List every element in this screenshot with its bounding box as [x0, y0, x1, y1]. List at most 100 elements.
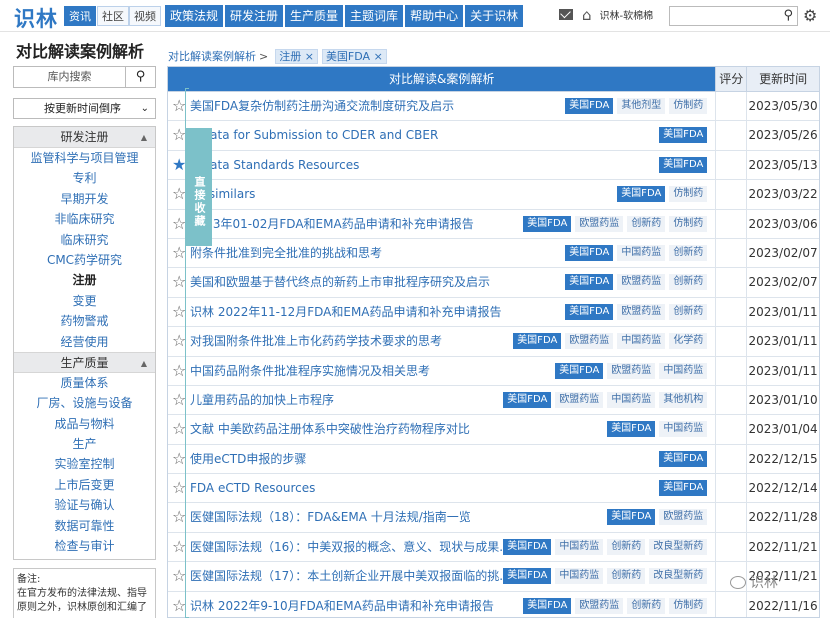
home-icon[interactable]: ⌂ — [582, 7, 592, 22]
category-tag[interactable]: 美国FDA — [659, 450, 708, 467]
subtab-video[interactable]: 视频 — [129, 6, 161, 26]
category-tag[interactable]: 创新药 — [627, 597, 666, 614]
category-tag[interactable]: 创新药 — [669, 274, 708, 291]
category-tag[interactable]: 创新药 — [607, 568, 646, 585]
category-tag[interactable]: 欧盟药监 — [555, 391, 604, 408]
filter-tag-fda[interactable]: 美国FDA × — [321, 48, 387, 64]
menu-item[interactable]: 非临床研究 — [14, 209, 155, 229]
article-title-link[interactable]: 2023年01-02月FDA和EMA药品申请和补充申请报告 — [190, 210, 474, 239]
search-icon[interactable]: ⚲ — [125, 67, 155, 87]
category-tag[interactable]: 美国FDA — [607, 421, 656, 438]
gear-icon[interactable]: ⚙ — [803, 6, 817, 25]
menu-item[interactable]: 上市后变更 — [14, 475, 155, 495]
subtab-community[interactable]: 社区 — [97, 6, 129, 26]
menu-item[interactable]: 实验室控制 — [14, 454, 155, 474]
menu-item[interactable]: 生产 — [14, 434, 155, 454]
menu-item[interactable]: 质量体系 — [14, 373, 155, 393]
article-title-link[interactable]: 美国和欧盟基于替代终点的新药上市审批程序研究及启示 — [190, 268, 490, 297]
category-tag[interactable]: 化学药 — [669, 333, 708, 350]
menu-item[interactable]: 早期开发 — [14, 189, 155, 209]
category-tag[interactable]: 创新药 — [669, 244, 708, 261]
collect-panel[interactable]: 直接收藏 — [186, 128, 212, 246]
category-tag[interactable]: 仿制药 — [669, 186, 708, 203]
category-tag[interactable]: 中国药监 — [555, 568, 604, 585]
menu-item-selected[interactable]: 注册 — [14, 270, 155, 290]
category-tag[interactable]: 仿制药 — [669, 215, 708, 232]
category-tag[interactable]: 中国药监 — [659, 421, 708, 438]
library-search-input[interactable]: 库内搜索 ⚲ — [13, 66, 156, 88]
category-tag[interactable]: 美国FDA — [513, 333, 562, 350]
article-title-link[interactable]: 文献 中美欧药品注册体系中突破性治疗药物程序对比 — [190, 415, 470, 444]
article-title-link[interactable]: 识林 2022年9-10月FDA和EMA药品申请和补充申请报告 — [190, 592, 494, 617]
article-title-link[interactable]: 美国FDA复杂仿制药注册沟通交流制度研究及启示 — [190, 92, 454, 121]
user-name[interactable]: 识林-软棉棉 — [600, 7, 654, 22]
menu-item[interactable]: 变更 — [14, 291, 155, 311]
menu-item[interactable]: 临床研究 — [14, 230, 155, 250]
category-tag[interactable]: 欧盟药监 — [659, 509, 708, 526]
sort-select[interactable]: 按更新时间倒序 ⌄ — [13, 98, 156, 119]
category-tag[interactable]: 欧盟药监 — [575, 597, 624, 614]
category-tag[interactable]: 欧盟药监 — [607, 362, 656, 379]
category-tag[interactable]: 美国FDA — [523, 597, 572, 614]
category-tag[interactable]: 改良型新药 — [649, 538, 708, 555]
category-tag[interactable]: 仿制药 — [669, 597, 708, 614]
collapse-triangle-icon[interactable]: ▲ — [141, 353, 147, 374]
category-tag[interactable]: 中国药监 — [617, 244, 666, 261]
nav-policy[interactable]: 政策法规 — [165, 5, 224, 27]
article-title-link[interactable]: y Data for Submission to CDER and CBER — [190, 121, 438, 150]
article-title-link[interactable]: 中国药品附条件批准程序实施情况及相关思考 — [190, 357, 430, 386]
category-tag[interactable]: 创新药 — [607, 538, 646, 555]
menu-item[interactable]: 数据可靠性 — [14, 516, 155, 536]
article-title-link[interactable]: 医健国际法规（18）：FDA&EMA 十月法规/指南一览 — [190, 503, 471, 532]
nav-production-quality[interactable]: 生产质量 — [285, 5, 344, 27]
category-tag[interactable]: 欧盟药监 — [617, 274, 666, 291]
menu-item[interactable]: 经营使用 — [14, 332, 155, 352]
category-tag[interactable]: 欧盟药监 — [617, 303, 666, 320]
nav-thesaurus[interactable]: 主题词库 — [345, 5, 404, 27]
category-tag[interactable]: 中国药监 — [659, 362, 708, 379]
category-tag[interactable]: 美国FDA — [565, 303, 614, 320]
logo[interactable]: 识林 — [14, 3, 58, 33]
category-tag[interactable]: 美国FDA — [659, 127, 708, 144]
category-tag[interactable]: 中国药监 — [555, 538, 604, 555]
filter-tag-registration[interactable]: 注册 × — [275, 48, 318, 64]
menu-item[interactable]: 验证与确认 — [14, 495, 155, 515]
article-title-link[interactable]: 医健国际法规（17）：本土创新企业开展中美双报面临的挑... — [190, 562, 511, 591]
article-title-link[interactable]: 识林 2022年11-12月FDA和EMA药品申请和补充申请报告 — [190, 298, 502, 327]
menu-item[interactable]: 专利 — [14, 168, 155, 188]
nav-help[interactable]: 帮助中心 — [405, 5, 464, 27]
mail-icon[interactable] — [559, 9, 573, 20]
category-tag[interactable]: 美国FDA — [555, 362, 604, 379]
category-tag[interactable]: 美国FDA — [523, 215, 572, 232]
category-tag[interactable]: 仿制药 — [669, 98, 708, 114]
article-title-link[interactable]: 儿童用药品的加快上市程序 — [190, 386, 334, 415]
category-tag[interactable]: 改良型新药 — [649, 568, 708, 585]
nav-about[interactable]: 关于识林 — [465, 5, 524, 27]
category-tag[interactable]: 美国FDA — [503, 568, 552, 585]
menu-section-header[interactable]: 生产质量 ▲ — [14, 351, 155, 374]
article-title-link[interactable]: 医健国际法规（16）：中美双报的概念、意义、现状与成果... — [190, 533, 511, 562]
menu-section-header[interactable]: 研发注册 ▲ — [14, 127, 155, 148]
category-tag[interactable]: 美国FDA — [503, 538, 552, 555]
category-tag[interactable]: 创新药 — [627, 215, 666, 232]
column-header-date[interactable]: 更新时间 — [747, 67, 819, 91]
category-tag[interactable]: 美国FDA — [659, 480, 708, 497]
collapse-triangle-icon[interactable]: ▲ — [141, 127, 147, 148]
menu-item[interactable]: 成品与物料 — [14, 414, 155, 434]
article-title-link[interactable]: 对我国附条件批准上市化药药学技术要求的思考 — [190, 327, 442, 356]
menu-item[interactable]: CMC药学研究 — [14, 250, 155, 270]
menu-item[interactable]: 厂房、设施与设备 — [14, 393, 155, 413]
breadcrumb-root[interactable]: 对比解读案例解析 — [168, 48, 256, 64]
category-tag[interactable]: 创新药 — [669, 303, 708, 320]
article-title-link[interactable]: 附条件批准到完全批准的挑战和思考 — [190, 239, 382, 268]
column-header-score[interactable]: 评分 — [715, 67, 748, 91]
article-title-link[interactable]: 使用eCTD申报的步骤 — [190, 445, 306, 474]
article-title-link[interactable]: y Data Standards Resources — [190, 151, 359, 180]
menu-item[interactable]: 药物警戒 — [14, 311, 155, 331]
category-tag[interactable]: 美国FDA — [565, 98, 614, 114]
category-tag[interactable]: 中国药监 — [617, 333, 666, 350]
category-tag[interactable]: 美国FDA — [617, 186, 666, 203]
category-tag[interactable]: 中国药监 — [607, 391, 656, 408]
category-tag[interactable]: 其他剂型 — [617, 98, 666, 114]
subtab-news[interactable]: 资讯 — [64, 6, 96, 26]
